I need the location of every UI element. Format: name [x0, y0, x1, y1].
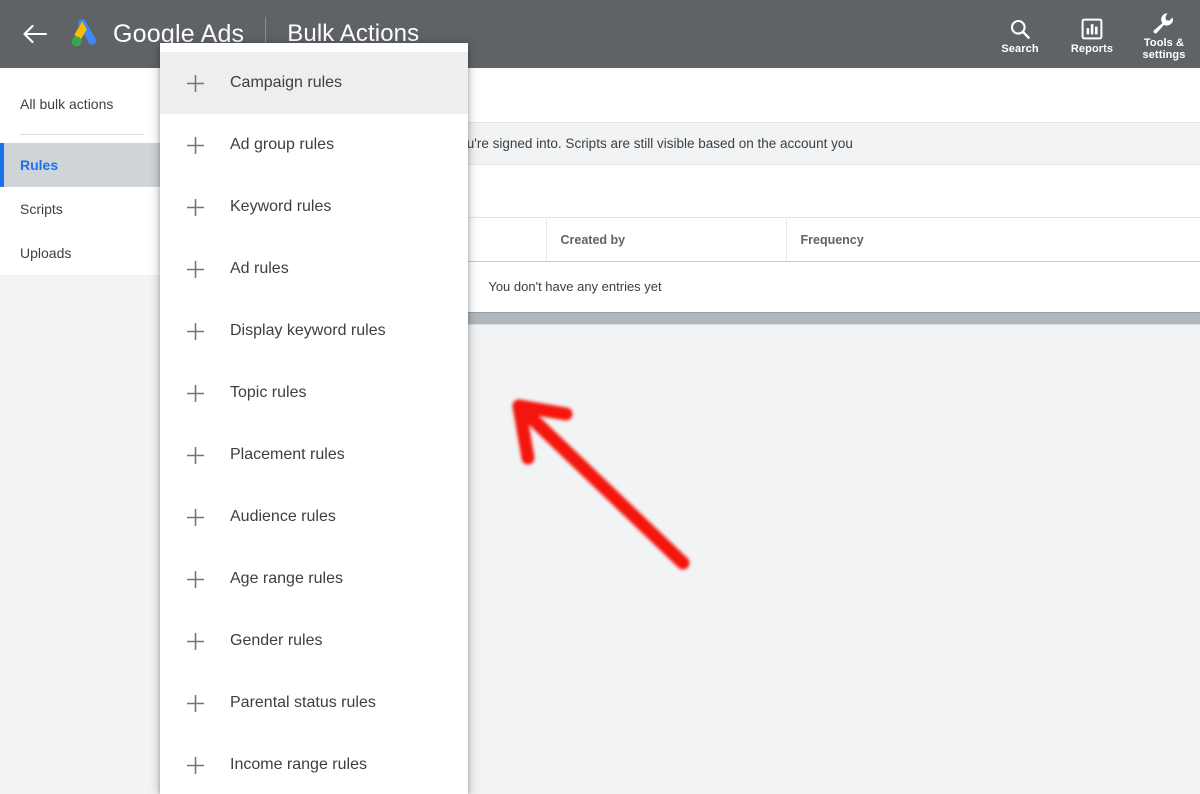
menu-item-ad-rules[interactable]: Ad rules [160, 238, 468, 300]
sidebar-nav-list: All bulk actions Rules Scripts Uploads [0, 68, 160, 275]
menu-item-label: Ad group rules [230, 136, 335, 153]
menu-item-age-range-rules[interactable]: Age range rules [160, 548, 468, 610]
sidebar-item-rules[interactable]: Rules [0, 143, 160, 187]
menu-item-keyword-rules[interactable]: Keyword rules [160, 176, 468, 238]
plus-icon [160, 260, 230, 279]
sidebar-item-label: Rules [20, 157, 59, 173]
sidebar-top-spacer [0, 68, 160, 82]
google-ads-bulk-actions-screen: Google Ads Bulk Actions Search Reports T… [0, 0, 1200, 794]
menu-item-label: Parental status rules [230, 694, 376, 711]
reports-bar-chart-icon [1081, 14, 1103, 40]
header-actions: Search Reports Tools & settings [984, 0, 1200, 68]
menu-item-label: Display keyword rules [230, 322, 386, 339]
wrench-tools-icon [1152, 8, 1176, 34]
plus-icon [160, 446, 230, 465]
menu-item-label: Campaign rules [230, 74, 343, 91]
menu-item-label: Topic rules [230, 384, 307, 401]
menu-item-gender-rules[interactable]: Gender rules [160, 610, 468, 672]
menu-item-ad-group-rules[interactable]: Ad group rules [160, 114, 468, 176]
search-button-label: Search [1001, 42, 1039, 55]
sidebar-item-uploads[interactable]: Uploads [0, 231, 160, 275]
column-header-frequency[interactable]: Frequency [786, 217, 1200, 262]
back-arrow-icon[interactable] [12, 11, 58, 57]
sidebar-item-all-bulk-actions[interactable]: All bulk actions [0, 82, 160, 126]
menu-item-placement-rules[interactable]: Placement rules [160, 424, 468, 486]
plus-icon [160, 136, 230, 155]
plus-icon [160, 570, 230, 589]
menu-item-campaign-rules[interactable]: Campaign rules [160, 52, 468, 114]
menu-item-topic-rules[interactable]: Topic rules [160, 362, 468, 424]
column-header-created-by[interactable]: Created by [546, 217, 787, 262]
menu-item-label: Gender rules [230, 632, 323, 649]
plus-icon [160, 756, 230, 775]
rule-type-dropdown-menu: Campaign rules Ad group rules Keyword ru… [160, 43, 468, 794]
sidebar-item-scripts[interactable]: Scripts [0, 187, 160, 231]
tools-settings-label-line2: settings [1142, 48, 1186, 61]
left-sidebar: All bulk actions Rules Scripts Uploads [0, 68, 160, 794]
menu-item-label: Audience rules [230, 508, 336, 525]
tools-settings-label-line1: Tools & [1143, 36, 1185, 49]
plus-icon [160, 322, 230, 341]
menu-item-label: Placement rules [230, 446, 345, 463]
google-ads-logo [66, 16, 102, 52]
menu-item-label: Income range rules [230, 756, 367, 773]
menu-item-income-range-rules[interactable]: Income range rules [160, 734, 468, 794]
tools-and-settings-button[interactable]: Tools & settings [1128, 0, 1200, 68]
plus-icon [160, 632, 230, 651]
plus-icon [160, 198, 230, 217]
plus-icon [160, 74, 230, 93]
reports-button-label: Reports [1070, 42, 1114, 55]
reports-button[interactable]: Reports [1056, 0, 1128, 68]
menu-item-audience-rules[interactable]: Audience rules [160, 486, 468, 548]
menu-item-label: Age range rules [230, 570, 343, 587]
sidebar-item-label: Scripts [20, 201, 63, 217]
menu-item-label: Ad rules [230, 260, 289, 277]
search-icon [1009, 14, 1031, 40]
sidebar-divider [20, 134, 144, 135]
sidebar-item-label: Uploads [20, 245, 72, 261]
sidebar-item-label: All bulk actions [20, 96, 114, 112]
menu-item-parental-status-rules[interactable]: Parental status rules [160, 672, 468, 734]
plus-icon [160, 508, 230, 527]
plus-icon [160, 694, 230, 713]
menu-item-display-keyword-rules[interactable]: Display keyword rules [160, 300, 468, 362]
menu-item-label: Keyword rules [230, 198, 332, 215]
search-button[interactable]: Search [984, 0, 1056, 68]
plus-icon [160, 384, 230, 403]
